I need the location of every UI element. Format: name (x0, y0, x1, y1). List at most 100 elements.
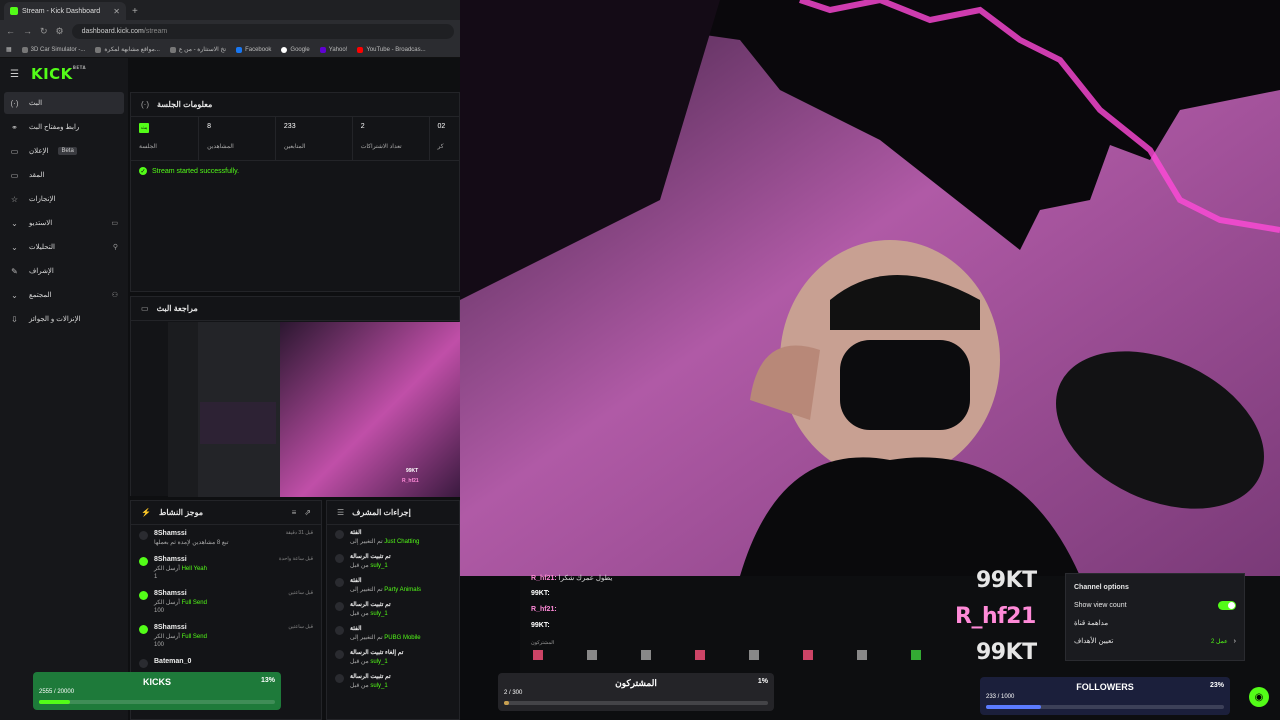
sidebar-item-label: رابط ومفتاح البث (29, 124, 80, 131)
mod-item: تم إلغاء تثبيت الرسالة من قبل suly_1 (327, 645, 459, 669)
sidebar-item-analytics[interactable]: ⌄ التحليلات ⚲ (4, 236, 124, 258)
broadcast-icon: (·) (141, 100, 149, 109)
check-icon: ✓ (139, 167, 147, 175)
stat-subs: 2 تعداد الاشتراكات (353, 117, 430, 160)
bookmark-item[interactable]: Google (281, 46, 310, 53)
mod-item: تم تثبيت الرسالة من قبل suly_1 (327, 669, 459, 693)
bookmarks-bar: ▦ 3D Car Simulator -... مواقع مشابهة لمك… (0, 42, 460, 58)
bookmark-item[interactable]: تخ الاستثارة - من ع (169, 46, 226, 53)
pin-icon (335, 602, 344, 611)
activity-item: 8Shamssi تبع 8 مشاهدين لإمدة ثم بعملها قب… (131, 525, 321, 551)
preview-dashboard-capture (168, 322, 280, 497)
close-tab-icon[interactable]: ✕ (113, 7, 120, 16)
preview-name: 99KT (406, 468, 419, 474)
sidebar-item-label: الإنجازات (29, 196, 56, 203)
ad-icon: ▭ (10, 146, 19, 156)
goal-fill (504, 701, 510, 705)
view-count-toggle[interactable] (1218, 600, 1236, 610)
panel-header: ⚡ موجز النشاط ≡ ⇗ (131, 501, 321, 525)
browser-tab[interactable]: Stream - Kick Dashboard ✕ (4, 2, 126, 20)
stat-followers: 233 المتابعين (276, 117, 353, 160)
dashboard-main: (·) معلومات الجلسة بث الجلسة 8 المشاهدين… (128, 58, 460, 720)
mod-item: الفئة تم التغيير إلى Party Animals (327, 573, 459, 597)
pin-icon (335, 674, 344, 683)
popout-icon[interactable]: ⇗ (304, 508, 311, 517)
monitor-icon: ▭ (141, 304, 149, 313)
sidebar-item-label: المجتمع (29, 292, 52, 299)
category-icon (335, 578, 344, 587)
panel-title: موجز النشاط (158, 508, 204, 517)
goal-bar (986, 705, 1224, 709)
studio-icon: ▭ (111, 220, 118, 227)
apps-icon[interactable]: ▦ (6, 46, 12, 53)
goal-count: 233 / 1000 (986, 694, 1015, 700)
forward-icon[interactable]: → (23, 26, 32, 36)
reload-icon[interactable]: ↻ (40, 26, 48, 37)
goals-row[interactable]: تعيين الأهداف عمل 2 › (1074, 632, 1236, 650)
sidebar-item-label: البث (29, 100, 43, 107)
back-icon[interactable]: ← (6, 26, 15, 36)
sidebar-item-stream[interactable]: (·) البث (4, 92, 124, 114)
chat-message: المشتركون (531, 640, 555, 646)
url-field[interactable]: dashboard.kick.com/stream (71, 23, 454, 39)
goal-count: 2555 / 20000 (39, 689, 75, 695)
session-stats: بث الجلسة 8 المشاهدين 233 المتابعين 2 تع… (131, 117, 459, 161)
category-icon (335, 530, 344, 539)
stat-session: بث الجلسة (131, 117, 200, 160)
drop-icon: ⇩ (11, 314, 18, 324)
bookmark-item[interactable]: YouTube - Broadcas... (357, 46, 426, 53)
sidebar-item-achievements[interactable]: ☆ الإنجازات (4, 188, 124, 210)
sidebar-item-label: التحليلات (29, 244, 55, 251)
user-icon (139, 659, 148, 668)
bookmark-item[interactable]: 3D Car Simulator -... (21, 46, 85, 53)
preview-name: R_hf21 (402, 478, 419, 484)
sidebar-item-vod[interactable]: ▭ المقد (4, 164, 124, 186)
beta-badge: Beta (58, 147, 77, 155)
sidebar-item-community[interactable]: ⌄ المجتمع ⚇ (4, 284, 124, 306)
tab-title: Stream - Kick Dashboard (22, 7, 101, 15)
site-info-icon[interactable]: ⚙ (56, 26, 64, 37)
panel-title: إجراءات المشرف (352, 508, 411, 517)
webcam-image (460, 0, 1280, 576)
panel-header: ☰ إجراءات المشرف (327, 501, 459, 525)
list-icon: ☰ (337, 508, 345, 517)
show-view-count-row[interactable]: Show view count (1074, 596, 1236, 614)
sidebar-item-ads[interactable]: ▭ الإعلان Beta (4, 140, 124, 162)
overlay-username: R_hf21 (955, 604, 1036, 629)
subs-goal: المشتركون 1% 2 / 300 (498, 673, 774, 711)
url-path: /stream (143, 27, 168, 35)
goal-percent: 13% (260, 677, 275, 684)
sidebar-item-moderation[interactable]: ✎ الإشراف (4, 260, 124, 282)
follow-icon (139, 531, 148, 540)
new-tab-icon[interactable]: + (132, 6, 138, 17)
video-icon: ▭ (10, 170, 19, 180)
overlay-username: 99KT (976, 640, 1037, 665)
kick-logo[interactable]: KICKBETA (31, 65, 86, 83)
screen: Stream - Kick Dashboard ✕ + ← → ↻ ⚙ dash… (0, 0, 1280, 720)
raid-row[interactable]: مداهمة قناة (1074, 614, 1236, 632)
category-icon (335, 626, 344, 635)
stream-preview[interactable]: 99KT R_hf21 (168, 322, 460, 497)
activity-item: 8Shamssi أرسل الكر Full Send 100 قبل ساعتي… (131, 619, 321, 653)
sidebar-item-studio[interactable]: ⌄ الاستديو ▭ (4, 212, 124, 234)
goal-title: KICKS (142, 677, 171, 687)
bookmark-item[interactable]: Facebook (236, 46, 271, 53)
sidebar-item-drops[interactable]: ⇩ الإنزالات و الجوائز (4, 308, 124, 330)
filter-icon[interactable]: ≡ (292, 508, 297, 517)
mod-actions-panel: ☰ إجراءات المشرف الفئة تم التغيير إلى Jus… (326, 500, 460, 720)
chat-support-icon[interactable]: ◉ (1249, 687, 1269, 707)
sidebar-header: ☰ KICKBETA (0, 58, 128, 90)
panel-title: معلومات الجلسة (157, 100, 213, 109)
bookmark-item[interactable]: Yahoo! (319, 46, 347, 53)
webcam-feed (460, 0, 1280, 576)
kicks-goal: KICKS 13% 2555 / 20000 (33, 672, 281, 710)
chevron-down-icon: ⌄ (11, 242, 18, 252)
bookmark-item[interactable]: مواقع مشابهة لمكرة... (95, 46, 160, 53)
mod-item: تم تثبيت الرسالة من قبل suly_1 (327, 597, 459, 621)
goal-bar (39, 700, 275, 704)
unpin-icon (335, 650, 344, 659)
live-badge: بث (139, 123, 150, 133)
sidebar-item-stream-key[interactable]: ⚭ رابط ومفتاح البث (4, 116, 124, 138)
session-info-panel: (·) معلومات الجلسة بث الجلسة 8 المشاهدين… (130, 92, 460, 292)
menu-icon[interactable]: ☰ (10, 69, 19, 80)
